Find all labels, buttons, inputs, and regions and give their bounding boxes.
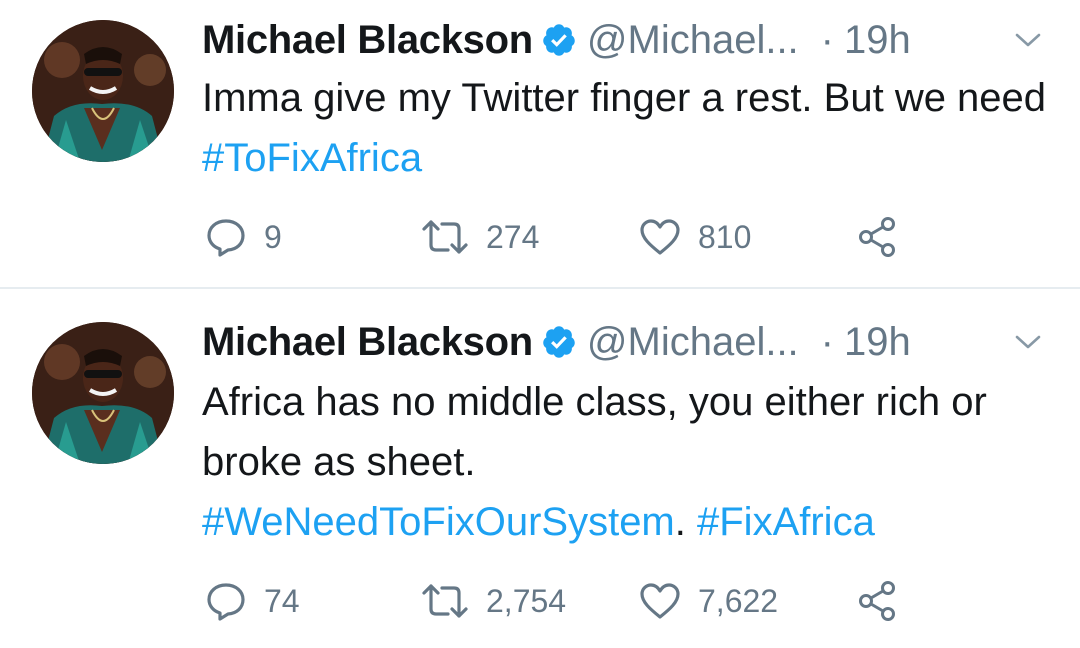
tweet-text: Imma give my Twitter finger a rest. But … (202, 68, 1052, 188)
timestamp[interactable]: 19h (844, 320, 911, 365)
heart-icon (640, 583, 680, 619)
author-name[interactable]: Michael Blackson (202, 320, 533, 365)
tweet-text-segment: Africa has no middle class, you either r… (202, 380, 987, 484)
like-count: 7,622 (698, 582, 779, 619)
share-button[interactable] (856, 576, 900, 626)
like-count: 810 (698, 218, 752, 255)
tweet-actions: 74 2,754 7,622 (0, 576, 1080, 626)
tweet[interactable]: Michael Blackson @Michael... · 19h Afric… (0, 290, 1080, 648)
tweet[interactable]: Michael Blackson @Michael... · 19h Imma … (0, 0, 1080, 288)
retweet-icon (422, 220, 468, 254)
like-button[interactable]: 810 (638, 212, 751, 262)
tweet-header: Michael Blackson @Michael... · 19h (202, 18, 911, 62)
separator-dot: · (820, 319, 834, 364)
avatar-image (32, 20, 174, 162)
retweet-icon (422, 584, 468, 618)
hashtag-link[interactable]: #ToFixAfrica (202, 136, 422, 180)
retweet-count: 274 (486, 218, 540, 255)
share-button[interactable] (856, 212, 900, 262)
retweet-button[interactable]: 274 (420, 212, 539, 262)
separator-dot: · (820, 17, 834, 62)
tweet-text: Africa has no middle class, you either r… (202, 372, 1052, 552)
tweet-actions: 9 274 810 (0, 212, 1080, 262)
tweet-header: Michael Blackson @Michael... · 19h (202, 320, 911, 364)
verified-badge-icon (541, 22, 577, 58)
reply-button[interactable]: 9 (204, 212, 282, 262)
avatar-image (32, 322, 174, 464)
avatar[interactable] (32, 322, 174, 464)
tweet-feed: Michael Blackson @Michael... · 19h Imma … (0, 0, 1080, 648)
timestamp[interactable]: 19h (844, 18, 911, 63)
tweet-text-segment: . (674, 500, 697, 544)
share-icon (859, 217, 895, 257)
reply-count: 9 (264, 218, 282, 255)
chevron-down-icon[interactable] (1013, 30, 1043, 50)
avatar[interactable] (32, 20, 174, 162)
reply-count: 74 (264, 582, 300, 619)
heart-icon (640, 219, 680, 255)
tweet-text-segment: Imma give my Twitter finger a rest. But … (202, 76, 1047, 120)
verified-badge-icon (541, 324, 577, 360)
reply-icon (207, 583, 245, 621)
author-handle[interactable]: @Michael... (587, 18, 799, 63)
reply-button[interactable]: 74 (204, 576, 300, 626)
hashtag-link[interactable]: #WeNeedToFixOurSystem (202, 500, 675, 544)
tweet-divider (0, 287, 1080, 289)
chevron-down-icon[interactable] (1013, 332, 1043, 352)
reply-icon (207, 219, 245, 257)
share-icon (859, 581, 895, 621)
author-handle[interactable]: @Michael... (587, 320, 799, 365)
retweet-count: 2,754 (486, 582, 567, 619)
author-name[interactable]: Michael Blackson (202, 18, 533, 63)
retweet-button[interactable]: 2,754 (420, 576, 566, 626)
hashtag-link[interactable]: #FixAfrica (697, 500, 875, 544)
like-button[interactable]: 7,622 (638, 576, 778, 626)
